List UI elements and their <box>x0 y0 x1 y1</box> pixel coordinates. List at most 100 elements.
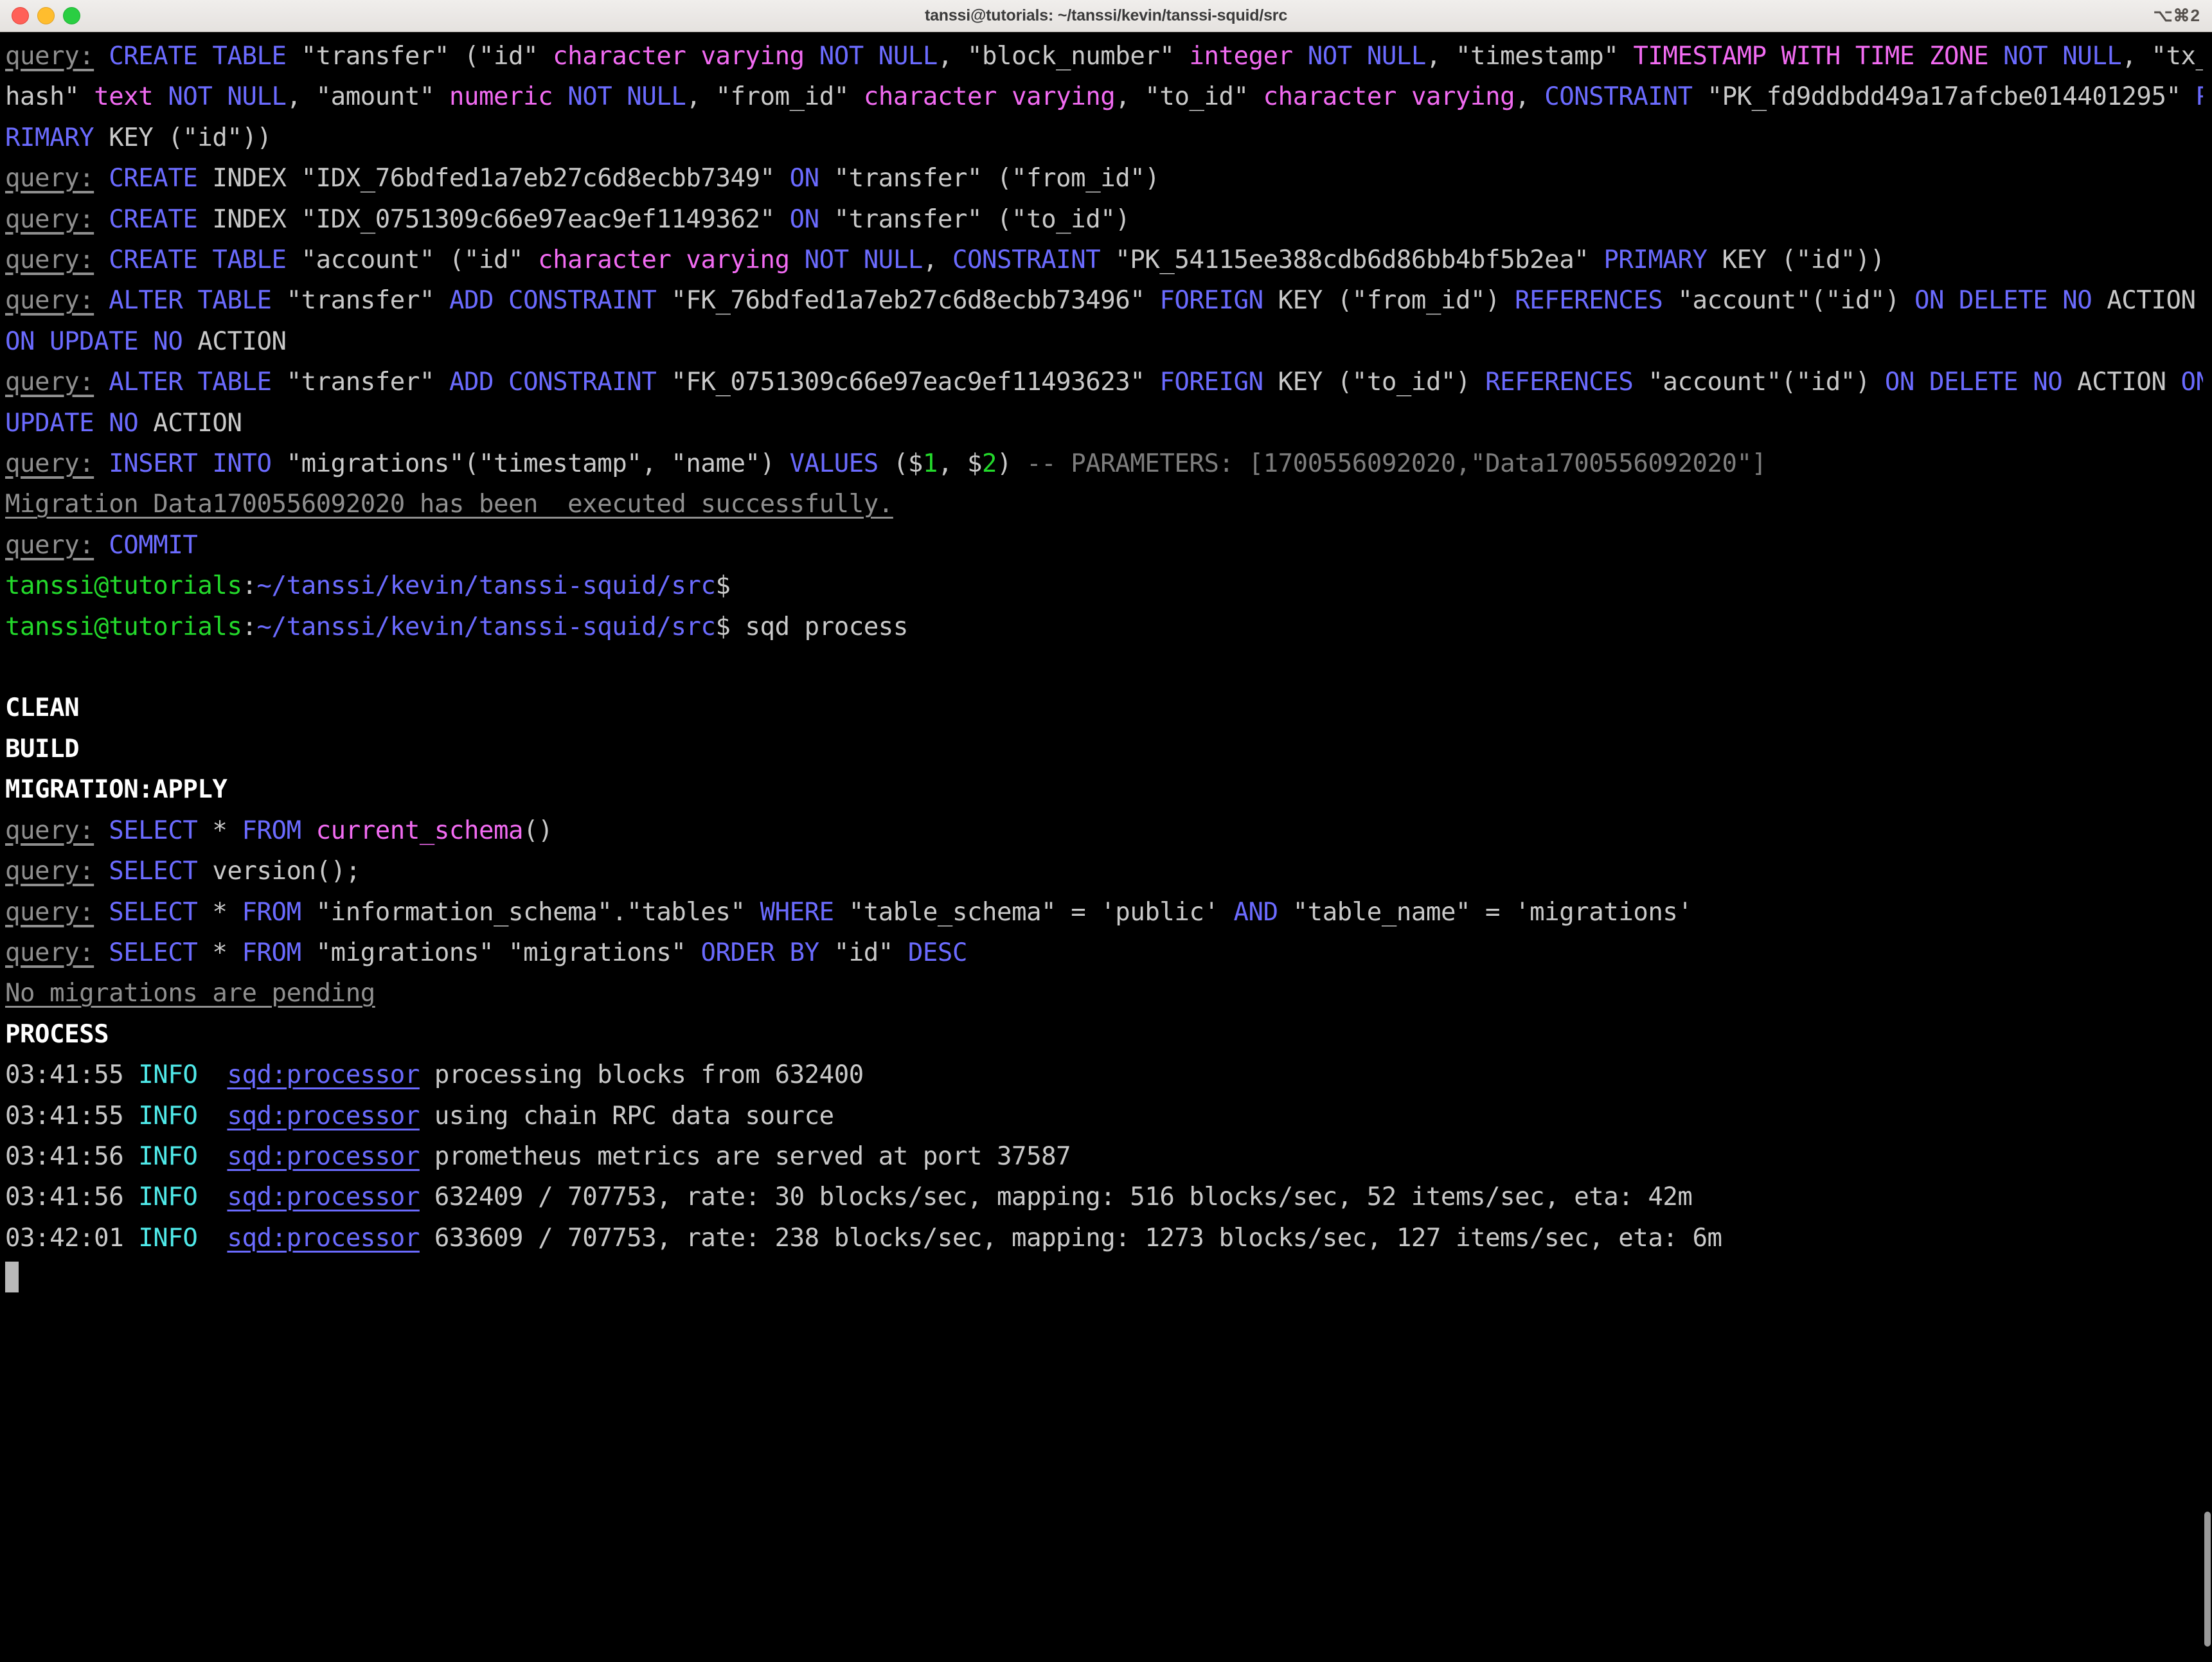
terminal-text-segment: ) <box>997 449 1027 479</box>
terminal-text-segment: 03:42:01 <box>5 1223 124 1253</box>
terminal-text-segment: ($ <box>878 449 923 479</box>
terminal-text-segment: : <box>242 612 257 641</box>
terminal-line: query: SELECT version(); <box>5 851 2212 891</box>
terminal-text-segment: NOT NULL <box>1307 42 1427 71</box>
terminal-text-segment: query: <box>5 449 94 479</box>
terminal-line: Migration Data1700556092020 has been exe… <box>5 484 2212 524</box>
terminal-text-segment: NOT NULL <box>819 42 938 71</box>
terminal-text-segment: character varying <box>863 82 1116 112</box>
terminal-line: query: INSERT INTO "migrations"("timesta… <box>5 443 2212 484</box>
traffic-light-buttons[interactable] <box>12 7 80 24</box>
terminal-text-segment: "FK_76bdfed1a7eb27c6d8ecbb73496" <box>656 286 1160 316</box>
terminal-text-segment: DESC <box>907 938 968 967</box>
terminal-viewport[interactable]: query: CREATE TABLE "transfer" ("id" cha… <box>0 32 2212 1662</box>
terminal-text-segment: "PK_54115ee388cdb6d86bb4bf5b2ea" <box>1100 246 1604 275</box>
terminal-window: tanssi@tutorials: ~/tanssi/kevin/tanssi-… <box>0 0 2212 1662</box>
terminal-text-segment: FOREIGN <box>1159 368 1263 397</box>
terminal-text-segment: ALTER TABLE <box>109 368 272 397</box>
terminal-text-segment: FROM <box>242 938 302 967</box>
terminal-line: 03:41:56 INFO sqd:processor prometheus m… <box>5 1136 2212 1177</box>
terminal-text-segment: "transfer" <box>271 286 449 316</box>
terminal-text-segment: tanssi@tutorials <box>5 571 242 601</box>
terminal-text-segment: SELECT <box>109 816 198 845</box>
terminal-text-segment: 1 <box>922 449 938 479</box>
terminal-text-segment: query: <box>5 368 94 397</box>
terminal-screen[interactable]: query: CREATE TABLE "transfer" ("id" cha… <box>5 36 2212 1300</box>
terminal-text-segment: , "to_id" <box>1115 82 1263 112</box>
terminal-text-segment: NOT NULL <box>567 82 686 112</box>
terminal-text-segment: query: <box>5 938 94 967</box>
terminal-line: tanssi@tutorials:~/tanssi/kevin/tanssi-s… <box>5 607 2212 647</box>
minimize-window-button[interactable] <box>37 7 55 24</box>
terminal-line: query: ALTER TABLE "transfer" ADD CONSTR… <box>5 362 2212 443</box>
terminal-text-segment: SELECT <box>109 857 198 886</box>
terminal-text-segment: , <box>1515 82 1545 112</box>
terminal-text-segment: ON DELETE NO <box>1884 368 2063 397</box>
terminal-text-segment: CONSTRAINT <box>952 246 1101 275</box>
terminal-text-segment: "migrations"("timestamp", "name") <box>271 449 790 479</box>
terminal-text-segment: 632409 / 707753, rate: 30 blocks/sec, ma… <box>419 1183 1693 1212</box>
terminal-text-segment: INSERT INTO <box>109 449 272 479</box>
terminal-scrollbar-thumb[interactable] <box>2204 1512 2211 1647</box>
terminal-line: query: CREATE TABLE "account" ("id" char… <box>5 240 2212 280</box>
terminal-text-segment: query: <box>5 42 94 71</box>
terminal-text-segment: sqd:processor <box>227 1223 420 1253</box>
terminal-text-segment: 2 <box>982 449 997 479</box>
terminal-text-segment: COMMIT <box>109 530 198 560</box>
terminal-text-segment: query: <box>5 164 94 193</box>
terminal-text-segment: AND <box>1233 897 1279 927</box>
terminal-text-segment: 633609 / 707753, rate: 238 blocks/sec, m… <box>419 1223 1722 1253</box>
terminal-text-segment: , "amount" <box>286 82 449 112</box>
terminal-text-segment: CLEAN <box>5 693 80 723</box>
terminal-text-segment: sqd:processor <box>227 1141 420 1171</box>
terminal-text-segment: , $ <box>937 449 983 479</box>
terminal-text-segment: "transfer" <box>271 368 449 397</box>
terminal-text-segment: query: <box>5 246 94 275</box>
terminal-text-segment: () <box>523 816 553 845</box>
terminal-text-segment: INDEX "IDX_0751309c66e97eac9ef1149362" <box>197 204 790 234</box>
terminal-text-segment: character varying <box>1263 82 1515 112</box>
terminal-text-segment: * <box>197 816 242 845</box>
terminal-text-segment: "migrations" "migrations" <box>301 938 701 967</box>
terminal-text-segment: SELECT <box>109 938 198 967</box>
terminal-line: tanssi@tutorials:~/tanssi/kevin/tanssi-s… <box>5 566 2212 606</box>
window-titlebar[interactable]: tanssi@tutorials: ~/tanssi/kevin/tanssi-… <box>0 0 2212 32</box>
terminal-line: MIGRATION:APPLY <box>5 769 2212 810</box>
terminal-line: query: CREATE INDEX "IDX_76bdfed1a7eb27c… <box>5 158 2212 199</box>
close-window-button[interactable] <box>12 7 29 24</box>
terminal-text-segment: BUILD <box>5 734 80 764</box>
terminal-text-segment: version(); <box>197 857 361 886</box>
terminal-scrollbar[interactable] <box>2203 32 2212 1662</box>
terminal-text-segment: text <box>94 82 154 112</box>
terminal-text-segment: PRIMARY <box>1603 246 1708 275</box>
terminal-text-segment: VALUES <box>789 449 879 479</box>
terminal-cursor <box>5 1262 19 1293</box>
terminal-text-segment: INFO <box>138 1060 198 1090</box>
terminal-text-segment: 03:41:55 <box>5 1060 124 1090</box>
terminal-text-segment: FROM <box>242 897 302 927</box>
terminal-text-segment: REFERENCES <box>1515 286 1663 316</box>
terminal-line: PROCESS <box>5 1014 2212 1055</box>
terminal-line: query: CREATE TABLE "transfer" ("id" cha… <box>5 36 2212 158</box>
terminal-line: query: CREATE INDEX "IDX_0751309c66e97ea… <box>5 199 2212 240</box>
terminal-text-segment: ON <box>789 164 820 193</box>
terminal-text-segment: query: <box>5 204 94 234</box>
terminal-text-segment: sqd:processor <box>227 1060 420 1090</box>
terminal-text-segment: "account" ("id" <box>286 246 539 275</box>
terminal-text-segment: "transfer" ("from_id") <box>819 164 1160 193</box>
maximize-window-button[interactable] <box>63 7 80 24</box>
terminal-text-segment: ORDER BY <box>700 938 819 967</box>
terminal-text-segment: 03:41:55 <box>5 1101 124 1130</box>
terminal-text-segment: ALTER TABLE <box>109 286 272 316</box>
terminal-text-segment: KEY ("to_id") <box>1263 368 1486 397</box>
terminal-text-segment: numeric <box>449 82 553 112</box>
